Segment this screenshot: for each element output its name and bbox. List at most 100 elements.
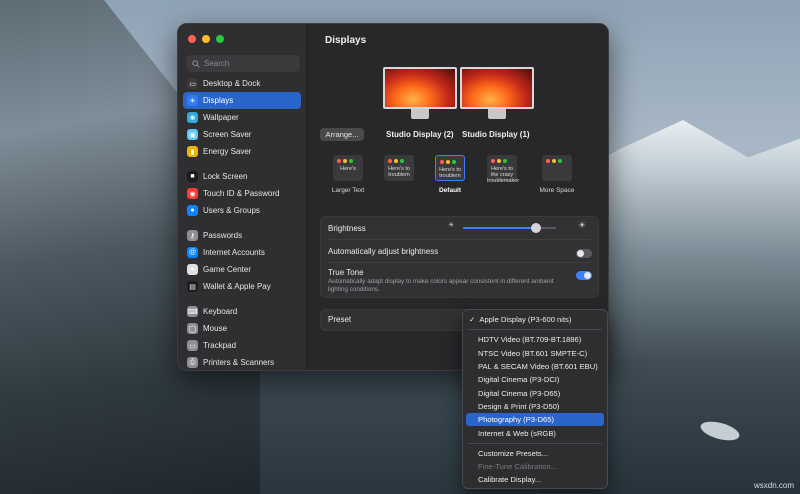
minimize-button[interactable]: [202, 35, 210, 43]
monitor-left-label[interactable]: Studio Display (2): [386, 130, 454, 139]
dropdown-item[interactable]: Photography (P3-D65): [466, 413, 604, 427]
sidebar-item-keyboard[interactable]: ⌨ Keyboard: [183, 303, 301, 320]
auto-brightness-toggle[interactable]: [576, 249, 592, 258]
settings-box: Brightness ☀ ☀ Automatically adjust brig…: [320, 216, 599, 298]
true-tone-description: Automatically adapt display to make colo…: [328, 278, 554, 293]
sidebar-item-mouse[interactable]: ◯ Mouse: [183, 320, 301, 337]
resolution-option[interactable]: Here's to the crazy troublemaker: [483, 155, 521, 187]
dropdown-footer-item[interactable]: Calibrate Display...: [466, 473, 604, 486]
true-tone-label: True Tone: [328, 268, 364, 277]
brightness-slider-knob[interactable]: [530, 223, 541, 233]
search-icon: [192, 59, 200, 68]
sidebar-item-label: Touch ID & Password: [203, 189, 280, 198]
lock-icon: ■: [187, 171, 198, 182]
resolution-option-label: Larger Text: [331, 187, 365, 194]
sidebar-item-wallpaper[interactable]: ❀ Wallpaper: [183, 109, 301, 126]
resolution-thumb-text: Here's to the crazy troublemaker: [487, 166, 520, 184]
dropdown-footer-item: Fine-Tune Calibration...: [478, 462, 558, 472]
dropdown-item-checked[interactable]: ✓ Apple Display (P3-600 nits): [466, 313, 604, 326]
brightness-label: Brightness: [328, 224, 366, 233]
preset-label: Preset: [328, 315, 352, 324]
sidebar-item-touch-id-password[interactable]: ◉ Touch ID & Password: [183, 185, 301, 202]
sidebar-item-printers-scanners[interactable]: ⎙ Printers & Scanners: [183, 354, 301, 370]
sidebar-item-label: Energy Saver: [203, 147, 252, 156]
brightness-slider[interactable]: [463, 223, 556, 233]
preset-dropdown-menu: ✓ Apple Display (P3-600 nits) HDTV Video (…: [462, 309, 608, 489]
checkmark-icon: ✓: [469, 315, 476, 325]
monitor-right[interactable]: [460, 67, 534, 119]
resolution-option[interactable]: Here's to troublem: [380, 155, 418, 187]
sidebar-item-label: Displays: [203, 96, 234, 105]
sidebar-item-game-center[interactable]: ● Game Center: [183, 261, 301, 278]
auto-brightness-label: Automatically adjust brightness: [328, 247, 439, 256]
sidebar-list: ▭ Desktop & Dock ☀ Displays ❀ Wallpaper ▣ Scree…: [183, 75, 301, 370]
monitor-right-label[interactable]: Studio Display (1): [462, 130, 530, 139]
sidebar-item-label: Lock Screen: [203, 172, 248, 181]
sidebar-item-users-groups[interactable]: ● Users & Groups: [183, 202, 301, 219]
resolution-thumb-text: Here's to troublem: [439, 167, 461, 179]
at-icon: @: [187, 247, 198, 258]
fingerprint-icon: ◉: [187, 188, 198, 199]
sidebar-item-passwords[interactable]: ⚷ Passwords: [183, 227, 301, 244]
sidebar-item-label: Wallpaper: [203, 113, 239, 122]
sidebar-item-label: Mouse: [203, 324, 228, 333]
sidebar-item-label: Trackpad: [203, 341, 237, 350]
sidebar-item-label: Passwords: [203, 231, 243, 240]
sidebar-item-trackpad[interactable]: ▭ Trackpad: [183, 337, 301, 354]
sidebar-item-label: Keyboard: [203, 307, 238, 316]
sidebar-item-wallet-apple-pay[interactable]: ▤ Wallet & Apple Pay: [183, 278, 301, 295]
sidebar-item-label: Wallet & Apple Pay: [203, 282, 271, 291]
dropdown-item[interactable]: HDTV Video (BT.709-BT.1886): [466, 333, 604, 346]
dock-icon: ▭: [187, 78, 198, 89]
true-tone-toggle[interactable]: [576, 271, 592, 280]
resolution-option[interactable]: Here's Larger Text: [329, 155, 367, 194]
sidebar: Search ▭ Desktop & Dock ☀ Displays ❀ Wallpape…: [178, 24, 307, 370]
page-title: Displays: [325, 35, 367, 46]
resolution-options: Here's Larger Text Here's to troublem Here'…: [320, 155, 598, 205]
users-icon: ●: [187, 205, 198, 216]
sidebar-item-label: Printers & Scanners: [203, 358, 275, 367]
window-controls: [188, 35, 224, 43]
sidebar-item-lock-screen[interactable]: ■ Lock Screen: [183, 168, 301, 185]
wallpaper-icon: ❀: [187, 112, 198, 123]
dropdown-item[interactable]: Digital Cinema (P3-DCI): [466, 373, 604, 386]
dropdown-footer-item[interactable]: Customize Presets...: [466, 447, 604, 460]
search-input[interactable]: Search: [186, 55, 300, 72]
resolution-thumb-text: Here's: [340, 166, 356, 172]
arrange-button[interactable]: Arrange...: [320, 128, 364, 141]
printer-icon: ⎙: [187, 357, 198, 368]
brightness-low-icon: ☀: [448, 222, 455, 229]
sidebar-item-desktop-dock[interactable]: ▭ Desktop & Dock: [183, 75, 301, 92]
sidebar-item-screen-saver[interactable]: ▣ Screen Saver: [183, 126, 301, 143]
brightness-high-icon: ☀: [578, 220, 587, 230]
dropdown-item[interactable]: NTSC Video (BT.601 SMPTE-C): [466, 347, 604, 360]
zoom-button[interactable]: [216, 35, 224, 43]
dropdown-item[interactable]: Internet & Web (sRGB): [466, 426, 604, 439]
keyboard-icon: ⌨: [187, 306, 198, 317]
resolution-thumb-text: Here's to troublem: [388, 166, 410, 178]
sidebar-item-internet-accounts[interactable]: @ Internet Accounts: [183, 244, 301, 261]
battery-icon: ▮: [187, 146, 198, 157]
sun-icon: ☀: [187, 95, 198, 106]
resolution-option-label: More Space: [539, 187, 575, 194]
watermark: wsxdn.com: [753, 481, 794, 490]
sidebar-item-label: Internet Accounts: [203, 248, 265, 257]
mouse-icon: ◯: [187, 323, 198, 334]
sidebar-item-energy-saver[interactable]: ▮ Energy Saver: [183, 143, 301, 160]
dropdown-item-label: Apple Display (P3-600 nits): [479, 315, 572, 325]
trackpad-icon: ▭: [187, 340, 198, 351]
sidebar-item-label: Game Center: [203, 265, 252, 274]
dropdown-item[interactable]: Design & Print (P3-D50): [466, 400, 604, 413]
resolution-option[interactable]: Here's to troublem Default: [431, 155, 469, 194]
close-button[interactable]: [188, 35, 196, 43]
sidebar-item-displays[interactable]: ☀ Displays: [183, 92, 301, 109]
sidebar-item-label: Screen Saver: [203, 130, 252, 139]
game-center-icon: ●: [187, 264, 198, 275]
monitor-left[interactable]: [383, 67, 457, 119]
search-placeholder: Search: [204, 59, 230, 68]
resolution-option[interactable]: More Space: [538, 155, 576, 194]
sidebar-item-label: Desktop & Dock: [203, 79, 261, 88]
dropdown-item[interactable]: Digital Cinema (P3-D65): [466, 386, 604, 399]
resolution-option-label: Default: [438, 187, 462, 194]
dropdown-item[interactable]: PAL & SECAM Video (BT.601 EBU): [466, 360, 604, 373]
